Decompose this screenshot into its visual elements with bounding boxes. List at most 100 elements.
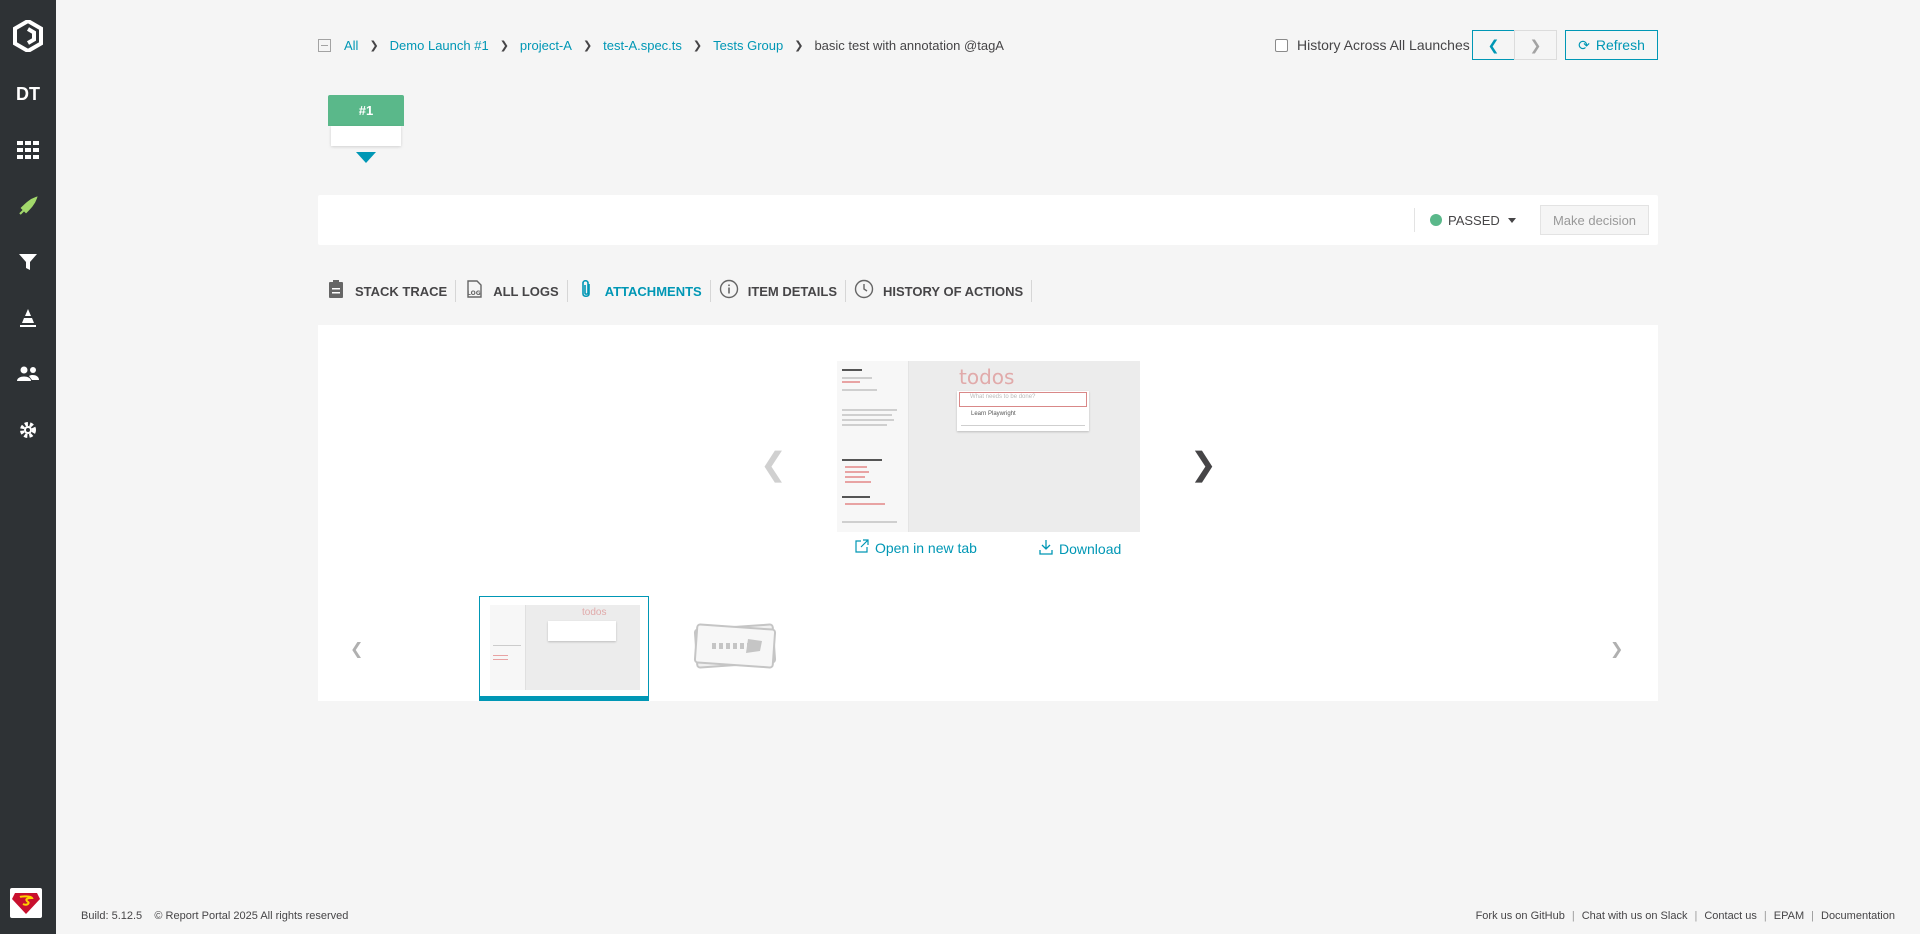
archive-file-icon [693, 623, 777, 669]
chevron-right-icon: ❯ [794, 39, 804, 52]
paperclip-icon [576, 279, 596, 304]
thumbnail-image: todos [490, 605, 640, 690]
breadcrumb: All ❯ Demo Launch #1 ❯ project-A ❯ test-… [318, 30, 1004, 60]
refresh-button[interactable]: ⟳ Refresh [1565, 30, 1658, 60]
breadcrumb-current: basic test with annotation @tagA [814, 37, 1004, 53]
history-body [331, 126, 401, 146]
filters-icon[interactable] [0, 238, 56, 286]
breadcrumb-all[interactable]: All [344, 38, 358, 53]
footer-link-contact[interactable]: Contact us [1704, 910, 1757, 922]
sidebar: DT [0, 0, 56, 934]
preview-input: What needs to be done? [959, 392, 1087, 407]
attachment-preview[interactable]: todos What needs to be done? Learn Playw… [837, 361, 1140, 532]
divider: | [1571, 910, 1575, 922]
top-bar: All ❯ Demo Launch #1 ❯ project-A ❯ test-… [318, 30, 1658, 60]
previous-item-button[interactable]: ❮ [1472, 30, 1515, 60]
build-version: Build: 5.12.5 [81, 910, 143, 922]
chevron-left-icon[interactable]: ❮ [760, 445, 787, 483]
preview-sidebar [837, 361, 909, 532]
footer-links: Fork us on GitHub | Chat with us on Slac… [1476, 910, 1895, 922]
tab-all-logs[interactable]: LOG ALL LOGS [456, 278, 566, 304]
tab-stack-trace[interactable]: STACK TRACE [318, 278, 455, 304]
divider [1414, 208, 1415, 232]
attachments-panel: ❮ todos What needs to be done? Learn Pla… [318, 325, 1658, 701]
log-icon: LOG [464, 279, 484, 303]
collapse-toggle-icon[interactable] [318, 38, 331, 52]
project-selector[interactable]: DT [0, 70, 56, 118]
preview-app-title: todos [959, 365, 1015, 389]
download-icon [1039, 539, 1053, 558]
info-icon [719, 279, 739, 304]
svg-text:LOG: LOG [467, 290, 481, 297]
preview-content [909, 361, 1140, 532]
tab-label: ITEM DETAILS [747, 283, 838, 299]
reportportal-logo-icon[interactable] [0, 12, 56, 60]
chevron-right-icon: ❯ [499, 39, 509, 52]
breadcrumb-project[interactable]: project-A [520, 38, 572, 53]
divider: | [1811, 910, 1814, 922]
breadcrumb-launch[interactable]: Demo Launch #1 [390, 38, 489, 53]
debug-icon[interactable] [0, 294, 56, 342]
chevron-left-icon: ❮ [1487, 36, 1500, 53]
open-in-new-tab-label: Open in new tab [875, 539, 977, 556]
preview-todo-box: What needs to be done? Learn Playwright [957, 391, 1089, 431]
tab-attachments[interactable]: ATTACHMENTS [568, 278, 710, 304]
footer-info: Build: 5.12.5 © Report Portal 2025 All r… [81, 910, 348, 922]
footer-link-github[interactable]: Fork us on GitHub [1476, 910, 1565, 922]
history-across-label: History Across All Launches [1297, 37, 1470, 53]
thumb-app-title: todos [582, 607, 607, 618]
tab-label: STACK TRACE [355, 283, 448, 299]
clock-icon [854, 279, 874, 304]
next-item-button[interactable]: ❯ [1514, 30, 1557, 60]
chevron-left-icon[interactable]: ❮ [350, 639, 363, 659]
breadcrumb-spec[interactable]: test-A.spec.ts [603, 38, 682, 53]
open-in-new-tab-link[interactable]: Open in new tab [855, 539, 977, 556]
chevron-right-icon: ❯ [582, 39, 593, 52]
log-tabs: STACK TRACE LOG ALL LOGS ATTACHMENTS ITE… [318, 278, 1033, 304]
status-bar: PASSED Make decision [318, 195, 1658, 245]
thumbnail-selected-indicator [480, 696, 648, 700]
settings-icon[interactable] [0, 406, 56, 454]
clipboard-icon [326, 279, 346, 304]
status-dot-icon [1430, 214, 1442, 226]
checkbox-box[interactable] [1275, 38, 1288, 52]
caret-down-icon [1507, 217, 1516, 223]
history-across-launches-checkbox[interactable]: History Across All Launches [1275, 30, 1470, 60]
breadcrumb-group[interactable]: Tests Group [713, 38, 783, 53]
history-badge[interactable]: #1 [328, 95, 404, 126]
chevron-right-icon: ❯ [369, 39, 379, 52]
attachment-thumbnail-archive[interactable] [692, 619, 778, 671]
copyright: © Report Portal 2025 All rights reserved [154, 910, 349, 922]
status-dropdown[interactable]: PASSED [1430, 195, 1516, 245]
footer-link-epam[interactable]: EPAM [1774, 910, 1804, 922]
footer-link-slack[interactable]: Chat with us on Slack [1582, 910, 1688, 922]
history-line-item[interactable]: #1 [328, 95, 404, 163]
tab-item-details[interactable]: ITEM DETAILS [711, 278, 845, 304]
download-link[interactable]: Download [1039, 539, 1121, 558]
chevron-right-icon[interactable]: ❯ [1190, 445, 1217, 483]
preview-placeholder: What needs to be done? [970, 394, 1036, 400]
download-label: Download [1059, 540, 1122, 557]
launches-icon[interactable] [0, 182, 56, 230]
status-value: PASSED [1448, 212, 1500, 228]
members-icon[interactable] [0, 350, 56, 398]
tab-label: HISTORY OF ACTIONS [883, 283, 1024, 299]
chevron-right-icon: ❯ [1529, 36, 1542, 53]
active-indicator-icon [356, 152, 376, 163]
make-decision-button[interactable]: Make decision [1540, 205, 1649, 235]
refresh-label: Refresh [1595, 37, 1645, 53]
divider: | [1763, 910, 1767, 922]
user-avatar[interactable] [10, 888, 42, 918]
external-link-icon [855, 539, 869, 556]
divider: | [1694, 910, 1698, 922]
tab-history-of-actions[interactable]: HISTORY OF ACTIONS [846, 278, 1031, 304]
attachment-thumbnail-screenshot[interactable]: todos [479, 596, 649, 701]
tab-label: ATTACHMENTS [604, 283, 702, 299]
tab-label: ALL LOGS [493, 283, 559, 299]
dashboard-icon[interactable] [0, 126, 56, 174]
footer-link-documentation[interactable]: Documentation [1821, 910, 1895, 922]
refresh-icon: ⟳ [1578, 36, 1590, 53]
divider [1031, 280, 1033, 302]
chevron-right-icon[interactable]: ❯ [1610, 639, 1623, 659]
preview-todo-item: Learn Playwright [971, 411, 1016, 417]
